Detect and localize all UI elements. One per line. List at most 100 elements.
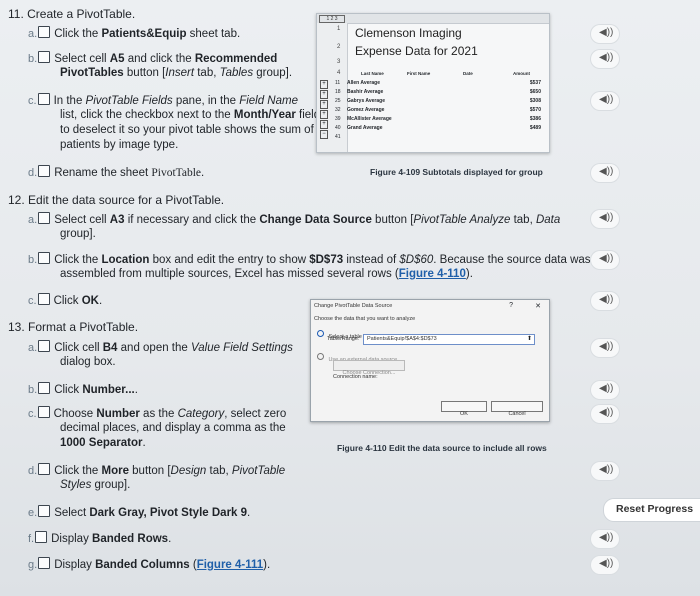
checkbox-13a[interactable] bbox=[38, 340, 51, 352]
figure-4-111-link[interactable]: Figure 4-111 bbox=[197, 559, 263, 571]
step-12-title: 12. Edit the data source for a PivotTabl… bbox=[8, 193, 225, 207]
step-11b: b. Select cell A5 and click the Recommend… bbox=[28, 51, 278, 65]
speaker-icon: ◀)) bbox=[599, 94, 614, 105]
table-row: 40 Grand Average $489 bbox=[335, 125, 541, 131]
checkbox-12b[interactable] bbox=[38, 252, 51, 264]
audio-button[interactable]: ◀)) bbox=[591, 251, 619, 269]
ok-button[interactable]: OK bbox=[441, 401, 487, 417]
checkbox-11b[interactable] bbox=[38, 51, 51, 63]
step-11c: c. In the PivotTable Fields pane, in the … bbox=[28, 93, 298, 107]
checkbox-12a[interactable] bbox=[38, 212, 51, 224]
audio-button[interactable]: ◀)) bbox=[591, 530, 619, 548]
audio-button[interactable]: ◀)) bbox=[591, 339, 619, 357]
subtotal-rows: 11 Allen Average $537 18 Bashir Average … bbox=[335, 80, 547, 143]
checkbox-11a[interactable] bbox=[38, 26, 51, 38]
textbook-page: 11. Create a PivotTable. a. Click the Pat… bbox=[0, 0, 700, 596]
checkbox-11c[interactable] bbox=[37, 93, 50, 105]
speaker-icon: ◀)) bbox=[599, 464, 614, 475]
outline-level-buttons[interactable]: 1 2 3 bbox=[319, 15, 345, 23]
step-13e: e. Select Dark Gray, Pivot Style Dark 9. bbox=[28, 505, 251, 519]
step-11c-line2: list, click the checkbox next to the Mon… bbox=[60, 109, 321, 121]
figure-4-110-caption: Figure 4-110 Edit the data source to inc… bbox=[337, 443, 547, 453]
audio-button[interactable]: ◀)) bbox=[591, 556, 619, 574]
table-row: 39 McAllister Average $386 bbox=[335, 116, 541, 122]
speaker-icon: ◀)) bbox=[599, 166, 614, 177]
step-11a: a. Click the Patients&Equip sheet tab. bbox=[28, 26, 241, 40]
table-row: 11 Allen Average $537 bbox=[335, 80, 541, 86]
sheet-subtitle: Expense Data for 2021 bbox=[355, 44, 478, 58]
step-11-title: 11. Create a PivotTable. bbox=[8, 7, 136, 21]
speaker-icon: ◀)) bbox=[599, 407, 614, 418]
table-row: 25 Gabrys Average $308 bbox=[335, 98, 541, 104]
step-12a: a. Select cell A3 if necessary and click … bbox=[28, 212, 561, 226]
header-date: Date bbox=[463, 71, 473, 76]
step-13g: g. Display Banded Columns (Figure 4-111). bbox=[28, 557, 271, 571]
help-icon[interactable]: ? bbox=[509, 302, 513, 309]
checkbox-13d[interactable] bbox=[38, 463, 51, 475]
audio-button[interactable]: ◀)) bbox=[591, 381, 619, 399]
audio-button[interactable]: ◀)) bbox=[591, 405, 619, 423]
cancel-button[interactable]: Cancel bbox=[491, 401, 543, 417]
checkbox-13g[interactable] bbox=[38, 557, 51, 569]
audio-button[interactable]: ◀)) bbox=[591, 164, 619, 182]
connection-name-label: Connection name: bbox=[333, 374, 378, 380]
speaker-icon: ◀)) bbox=[599, 341, 614, 352]
audio-button[interactable]: ◀)) bbox=[591, 92, 619, 110]
table-row: 32 Gomez Average $570 bbox=[335, 107, 541, 113]
figure-4-109-caption: Figure 4-109 Subtotals displayed for gro… bbox=[370, 167, 543, 177]
table-range-input[interactable]: Patients&Equip!$A$4:$D$73 ⬆ bbox=[363, 334, 535, 345]
step-13a-line2: dialog box. bbox=[60, 356, 116, 368]
step-13-title: 13. Format a PivotTable. bbox=[8, 320, 139, 334]
step-11d: d. Rename the sheet PivotTable. bbox=[28, 165, 205, 179]
dialog-title: Change PivotTable Data Source bbox=[314, 303, 393, 309]
reset-progress-button[interactable]: Reset Progress bbox=[603, 498, 700, 522]
step-13c: c. Choose Number as the Category, select … bbox=[28, 406, 287, 420]
table-row: 18 Bashir Average $650 bbox=[335, 89, 541, 95]
range-picker-icon[interactable]: ⬆ bbox=[527, 335, 532, 342]
step-13c-line2: decimal places, and display a comma as t… bbox=[60, 422, 286, 434]
step-13d-line2: Styles group]. bbox=[60, 479, 131, 491]
checkbox-13b[interactable] bbox=[38, 382, 51, 394]
column-header-bar: 1 2 3 bbox=[317, 14, 549, 24]
row-num-3: 3 bbox=[337, 59, 341, 65]
step-12b-line2: assembled from multiple sources, Excel h… bbox=[60, 268, 473, 280]
speaker-icon: ◀)) bbox=[599, 558, 614, 569]
checkbox-13f[interactable] bbox=[35, 531, 48, 543]
audio-button[interactable]: ◀)) bbox=[591, 292, 619, 310]
step-13c-line3: 1000 Separator. bbox=[60, 437, 146, 449]
figure-4-110-link[interactable]: Figure 4-110 bbox=[399, 268, 466, 280]
table-row: 41 bbox=[335, 134, 341, 140]
row-num-2: 2 bbox=[337, 44, 341, 50]
step-13b: b. Click Number.... bbox=[28, 382, 138, 396]
close-icon[interactable]: ✕ bbox=[535, 302, 541, 310]
checkbox-12c[interactable] bbox=[37, 293, 50, 305]
step-11c-line3: to deselect it so your pivot table shows… bbox=[60, 124, 314, 136]
step-12c: c. Click OK. bbox=[28, 293, 103, 307]
checkbox-13c[interactable] bbox=[37, 406, 50, 418]
header-amount: Amount bbox=[513, 71, 530, 76]
change-data-source-dialog: Change PivotTable Data Source ? ✕ Choose… bbox=[310, 299, 550, 422]
row-num-1: 1 bbox=[337, 26, 341, 32]
step-13a: a. Click cell B4 and open the Value Field… bbox=[28, 340, 293, 354]
speaker-icon: ◀)) bbox=[599, 532, 614, 543]
speaker-icon: ◀)) bbox=[599, 294, 614, 305]
speaker-icon: ◀)) bbox=[599, 383, 614, 394]
audio-button[interactable]: ◀)) bbox=[591, 210, 619, 228]
step-13d: d. Click the More button [Design tab, Piv… bbox=[28, 463, 286, 477]
step-12a-line2: group]. bbox=[60, 228, 96, 240]
audio-button[interactable]: ◀)) bbox=[591, 50, 619, 68]
step-11c-line4: patients by image type. bbox=[60, 139, 179, 151]
dialog-prompt: Choose the data that you want to analyze bbox=[314, 316, 416, 322]
step-13f: f. Display Banded Rows. bbox=[28, 531, 172, 545]
sheet-title: Clemenson Imaging bbox=[355, 26, 462, 40]
checkbox-13e[interactable] bbox=[38, 505, 51, 517]
audio-button[interactable]: ◀)) bbox=[591, 25, 619, 43]
header-last-name: Last Name bbox=[361, 71, 384, 76]
checkbox-11d[interactable] bbox=[38, 165, 51, 177]
speaker-icon: ◀)) bbox=[599, 27, 614, 38]
header-first-name: First Name bbox=[407, 71, 431, 76]
outline-expand-buttons[interactable]: + + + + + − bbox=[320, 80, 328, 142]
choose-connection-button[interactable]: Choose Connection... bbox=[333, 360, 405, 376]
step-11b-line2: PivotTables button [Insert tab, Tables g… bbox=[60, 67, 293, 79]
audio-button[interactable]: ◀)) bbox=[591, 462, 619, 480]
